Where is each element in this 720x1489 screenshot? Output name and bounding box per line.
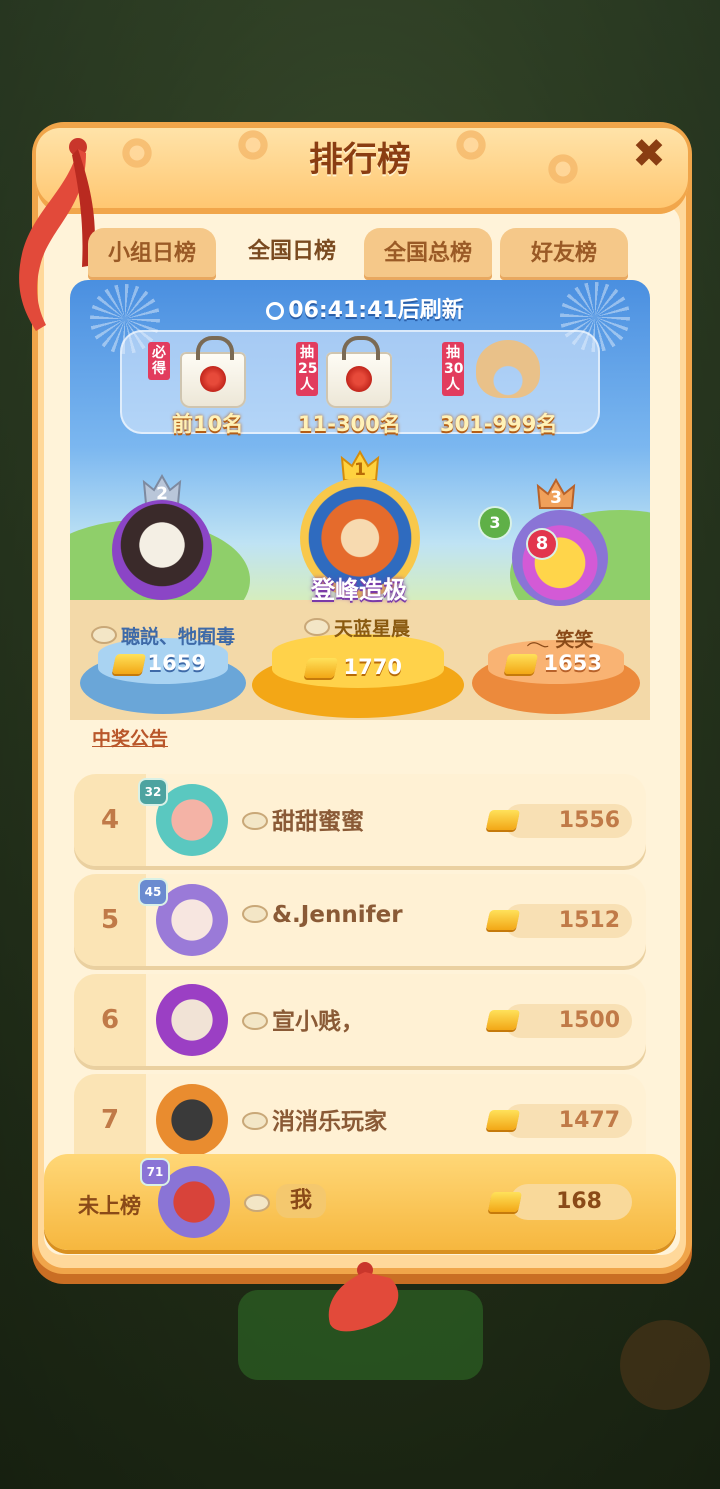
avatar[interactable] xyxy=(156,784,228,856)
prize-range: 11-300名 xyxy=(298,412,401,436)
player-score: 1556 xyxy=(558,808,620,833)
rank-number: 3 xyxy=(550,488,562,508)
avatar-rank-3[interactable] xyxy=(512,510,608,606)
refresh-timer: 06:41:41后刷新 xyxy=(245,292,485,323)
neck-pillow-icon xyxy=(476,340,540,398)
frame-number-badge: 8 xyxy=(528,530,556,558)
player-name: &.Jennifer xyxy=(242,902,403,928)
tab-friends[interactable]: 好友榜 xyxy=(500,228,628,280)
player-score: 1500 xyxy=(558,1008,620,1033)
flower-decoration-icon xyxy=(546,152,580,186)
avatar[interactable] xyxy=(156,1084,228,1154)
avatar-rank-2[interactable] xyxy=(112,500,212,600)
rank-number: 6 xyxy=(100,1005,120,1035)
player-name: 甜甜蜜蜜 xyxy=(242,802,364,836)
tab-national-daily[interactable]: 全国日榜 xyxy=(228,222,356,280)
prize-range: 前10名 xyxy=(172,412,244,436)
winner-name-2: 聴説、牠囿毒 xyxy=(80,622,246,649)
clock-icon xyxy=(266,302,285,320)
my-rank-status: 未上榜 xyxy=(78,1194,141,1218)
close-button[interactable]: ✖ xyxy=(626,134,672,174)
winner-score-3: 1653 xyxy=(543,651,602,675)
rank-number: 5 xyxy=(100,905,120,935)
rabbit-icon xyxy=(244,1194,270,1212)
close-icon: ✖ xyxy=(632,131,666,177)
rank-number: 7 xyxy=(100,1105,120,1135)
tab-national-total[interactable]: 全国总榜 xyxy=(364,228,492,280)
my-score: 168 xyxy=(556,1189,602,1214)
prize-tag: 抽25人 xyxy=(296,342,318,396)
player-name: 消消乐玩家 xyxy=(242,1102,387,1136)
avatar[interactable] xyxy=(156,984,228,1056)
winner-score-2: 1659 xyxy=(147,651,206,675)
my-name: 我 xyxy=(276,1184,326,1218)
tab-group-daily[interactable]: 小组日榜 xyxy=(88,228,216,280)
prize-range: 301-999名 xyxy=(440,412,558,436)
rank-number: 1 xyxy=(354,460,366,480)
background-decoration xyxy=(620,1320,710,1410)
rabbit-icon xyxy=(242,1012,268,1030)
level-badge: 32 xyxy=(140,780,166,804)
rabbit-icon xyxy=(242,905,268,923)
rabbit-icon xyxy=(303,618,330,636)
prize-tag: 抽30人 xyxy=(442,342,464,396)
tote-bag-icon xyxy=(180,336,246,408)
player-name: 宣小贱， xyxy=(242,1002,364,1036)
rabbit-icon xyxy=(90,626,117,644)
table-row[interactable]: 6 宣小贱， 1500 xyxy=(74,974,646,1066)
level-badge: 71 xyxy=(142,1160,168,1184)
level-badge: 3 xyxy=(480,508,510,538)
prize-tag: 必得 xyxy=(148,342,170,380)
rabbit-icon xyxy=(242,1112,268,1130)
player-score: 1477 xyxy=(558,1108,620,1133)
timer-suffix: 后刷新 xyxy=(397,298,464,323)
tote-bag-icon xyxy=(326,336,392,408)
rabbit-icon xyxy=(242,812,268,830)
winner-name-1: 天蓝星晨 xyxy=(282,614,432,641)
ribbon-decoration-icon xyxy=(328,1262,399,1332)
avatar[interactable] xyxy=(156,884,228,956)
my-avatar[interactable] xyxy=(158,1166,230,1238)
table-row[interactable]: 7 消消乐玩家 1477 xyxy=(74,1074,646,1154)
winner-score-1: 1770 xyxy=(343,655,402,679)
winner-announcement-link[interactable]: 中奖公告 xyxy=(92,724,168,751)
my-rank-row[interactable]: 未上榜 71 我 168 xyxy=(44,1154,676,1250)
level-badge: 45 xyxy=(140,880,166,904)
timer-value: 06:41:41 xyxy=(288,298,398,323)
flower-decoration-icon xyxy=(120,136,154,170)
rank-number: 4 xyxy=(100,805,120,835)
player-score: 1512 xyxy=(558,908,620,933)
page-title: 排行榜 xyxy=(309,140,411,180)
title-badge: 登峰造极 xyxy=(311,576,407,604)
